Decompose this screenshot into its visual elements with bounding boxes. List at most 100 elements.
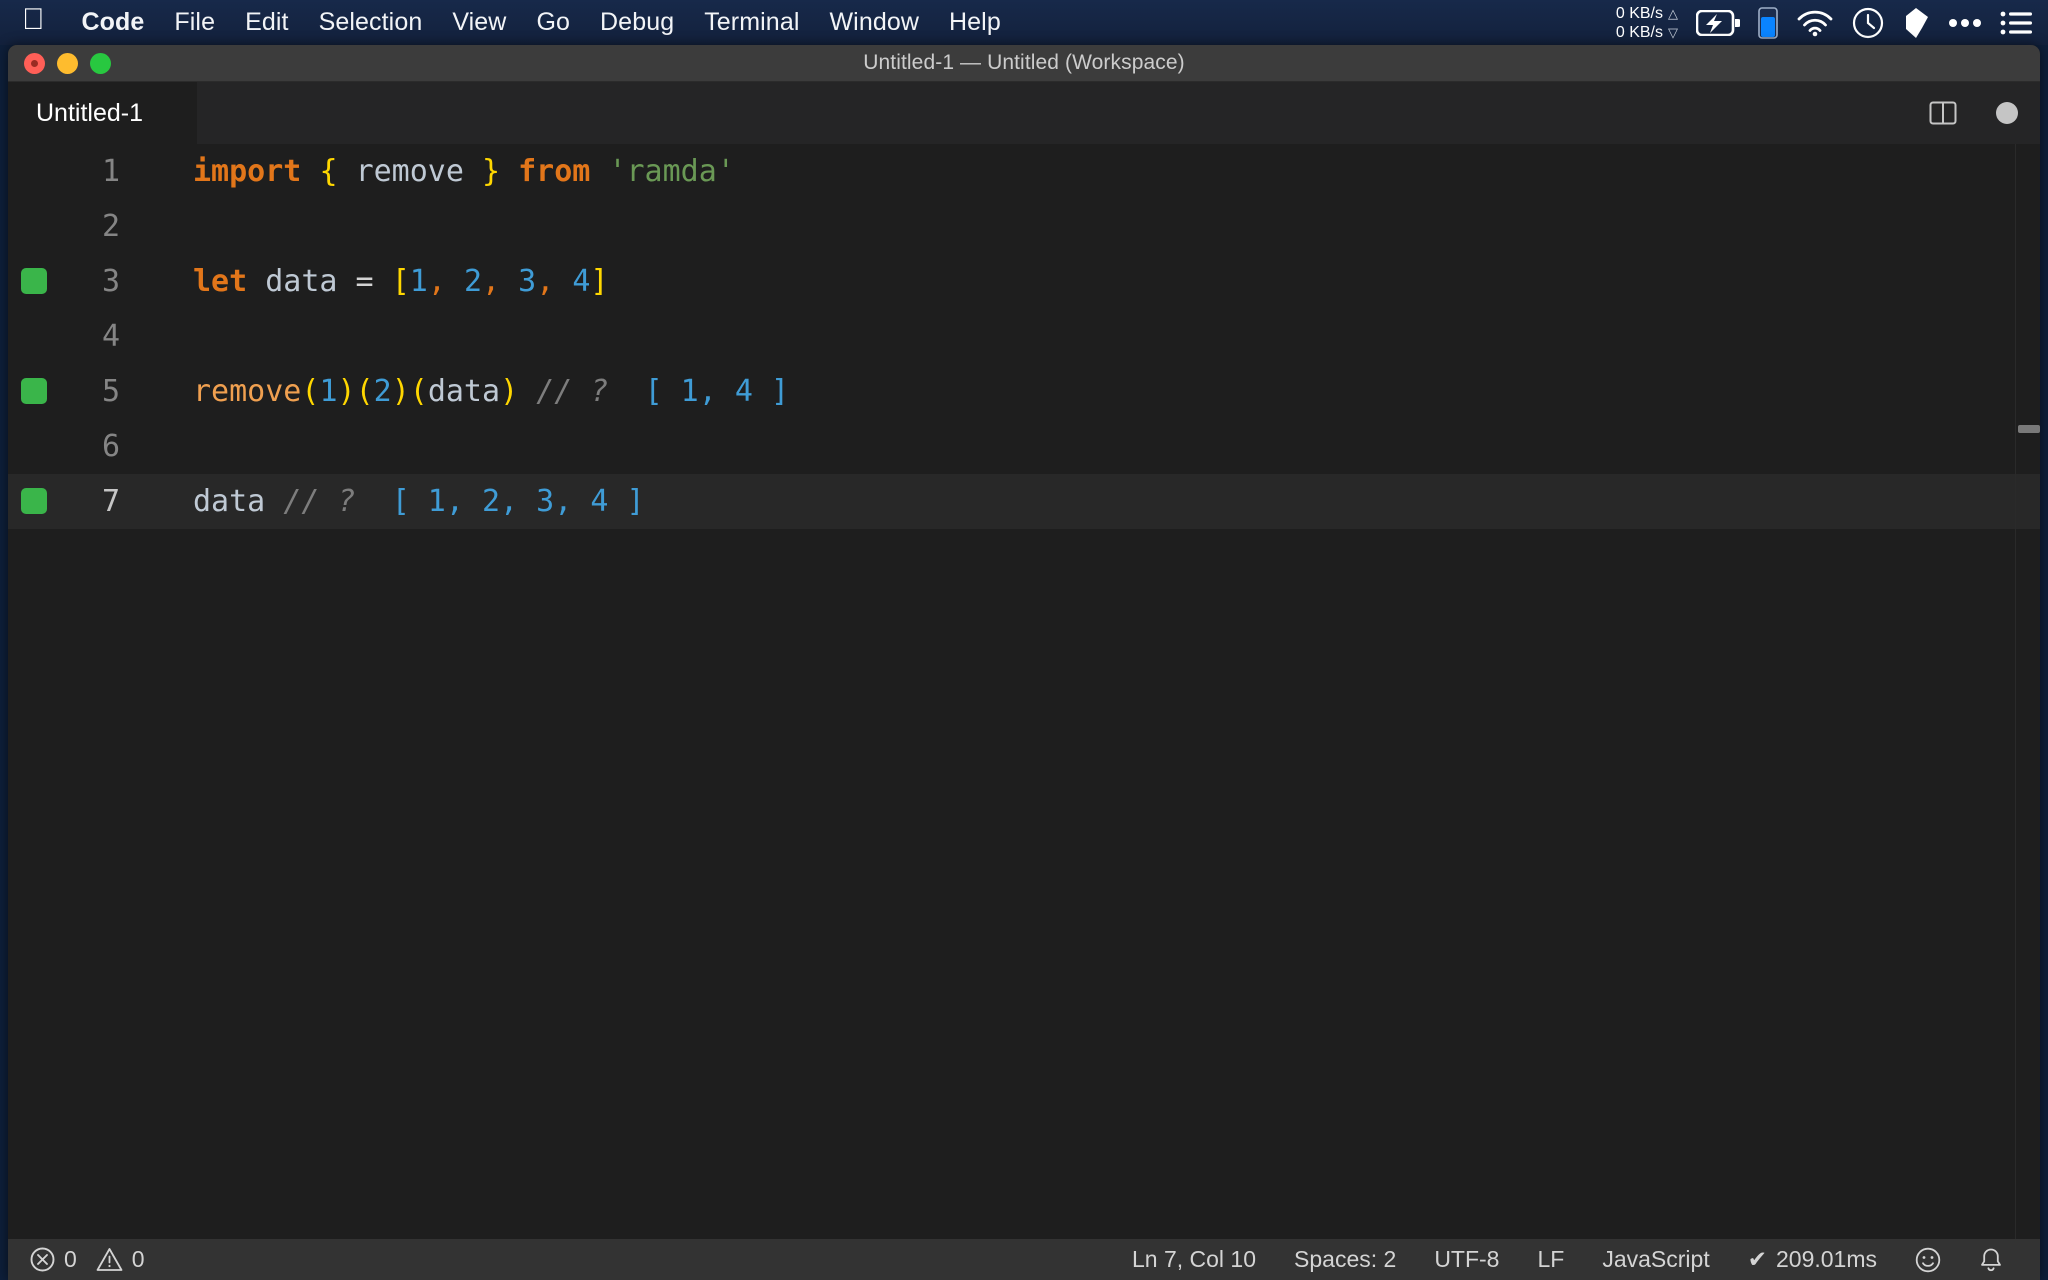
token: data xyxy=(193,484,266,519)
unsaved-changes-dot[interactable] xyxy=(1996,102,2018,124)
menu-item-debug[interactable]: Debug xyxy=(585,8,689,37)
coverage-marker-icon xyxy=(21,268,47,294)
token: 1 xyxy=(319,374,338,409)
notifications-button[interactable] xyxy=(1960,1247,2022,1273)
token: ( xyxy=(301,374,320,409)
window-title: Untitled-1 — Untitled (Workspace) xyxy=(863,51,1185,74)
cursor-position[interactable]: Ln 7, Col 10 xyxy=(1113,1246,1275,1273)
token: , xyxy=(482,264,501,299)
dropbox-icon[interactable] xyxy=(1902,7,1930,39)
error-count: 0 xyxy=(64,1246,77,1272)
token: 1 xyxy=(409,264,428,299)
ellipsis-icon[interactable] xyxy=(1948,18,1982,28)
download-arrow-icon: ▽ xyxy=(1668,24,1678,40)
feedback-button[interactable] xyxy=(1896,1247,1960,1273)
code-line[interactable]: 7 data // ? [ 1, 2, 3, 4 ] xyxy=(8,474,2040,529)
token: ( xyxy=(355,374,374,409)
token: // ? xyxy=(283,484,356,519)
editor-actions xyxy=(1928,82,2018,144)
scrollbar-thumb[interactable] xyxy=(2018,425,2040,433)
quokka-time: 209.01ms xyxy=(1775,1246,1877,1272)
line-content: remove(1)(2)(data) // ? [ 1, 4 ] xyxy=(136,374,789,409)
token: ) xyxy=(391,374,410,409)
token: , xyxy=(427,264,446,299)
token: [ 1, 2, 3, 4 ] xyxy=(391,484,645,519)
menu-bar-status-icons: 0 KB/s 0 KB/s △ ▽ xyxy=(1598,0,2048,45)
menu-item-window[interactable]: Window xyxy=(814,8,934,37)
problems-indicator[interactable]: 0 0 xyxy=(30,1246,164,1273)
wifi-icon[interactable] xyxy=(1796,9,1834,37)
menu-item-edit[interactable]: Edit xyxy=(230,8,303,37)
code-line[interactable]: 2 xyxy=(8,199,2040,254)
list-menu-icon[interactable] xyxy=(2000,11,2032,35)
status-bar-right: Ln 7, Col 10 Spaces: 2 UTF-8 LF JavaScri… xyxy=(1113,1246,2022,1273)
token: = xyxy=(337,264,392,299)
token: 'ramda' xyxy=(608,154,735,189)
editor-tab-bar: Untitled-1 xyxy=(8,82,2040,144)
tab-untitled-1[interactable]: Untitled-1 xyxy=(8,82,198,144)
status-bar: 0 0 Ln 7, Col 10 Spaces: 2 UTF-8 LF Java… xyxy=(8,1239,2040,1280)
clock-icon[interactable] xyxy=(1852,7,1884,39)
status-bar-left: 0 0 xyxy=(30,1246,164,1273)
menu-items: Code File Edit Selection View Go Debug Terminal… xyxy=(67,8,1016,37)
menu-item-file[interactable]: File xyxy=(159,8,230,37)
token: 2 xyxy=(463,264,482,299)
code-line[interactable]: 3 let data = [1, 2, 3, 4] xyxy=(8,254,2040,309)
encoding-setting[interactable]: UTF-8 xyxy=(1415,1246,1518,1273)
upload-arrow-icon: △ xyxy=(1668,5,1678,21)
smiley-icon xyxy=(1915,1247,1941,1273)
menu-item-code[interactable]: Code xyxy=(67,8,160,37)
token: , xyxy=(536,264,555,299)
language-mode[interactable]: JavaScript xyxy=(1583,1246,1728,1273)
menu-item-go[interactable]: Go xyxy=(521,8,585,37)
token: let xyxy=(193,264,248,299)
menu-item-view[interactable]: View xyxy=(437,8,521,37)
indentation-setting[interactable]: Spaces: 2 xyxy=(1275,1246,1415,1273)
code-lines: 1 import { remove } from 'ramda' 2 3 let dat… xyxy=(8,144,2040,529)
network-speed-indicator[interactable]: 0 KB/s 0 KB/s △ ▽ xyxy=(1616,4,1678,42)
apple-logo-icon[interactable]:  xyxy=(22,4,45,35)
menu-item-selection[interactable]: Selection xyxy=(304,8,438,37)
code-editor[interactable]: 1 import { remove } from 'ramda' 2 3 let dat… xyxy=(8,144,2040,1239)
menu-item-terminal[interactable]: Terminal xyxy=(689,8,814,37)
vertical-battery-icon[interactable] xyxy=(1758,6,1778,39)
code-line[interactable]: 6 xyxy=(8,419,2040,474)
token: ( xyxy=(409,374,428,409)
token: data xyxy=(427,374,501,409)
token: ) xyxy=(500,374,519,409)
bell-icon xyxy=(1979,1247,2003,1273)
end-of-line-setting[interactable]: LF xyxy=(1518,1246,1583,1273)
line-content: data // ? [ 1, 2, 3, 4 ] xyxy=(136,484,645,519)
window-title-bar: Untitled-1 — Untitled (Workspace) xyxy=(8,45,2040,82)
network-upload-speed: 0 KB/s xyxy=(1615,4,1663,22)
editor-scrollbar[interactable] xyxy=(2016,144,2040,1239)
menu-item-help[interactable]: Help xyxy=(934,8,1016,37)
token: data xyxy=(265,264,338,299)
code-line[interactable]: 1 import { remove } from 'ramda' xyxy=(8,144,2040,199)
token: remove xyxy=(355,154,464,189)
coverage-marker-icon xyxy=(21,378,47,404)
token: [ xyxy=(391,264,410,299)
error-circle-icon xyxy=(30,1247,55,1272)
warning-triangle-icon xyxy=(96,1247,123,1272)
code-line[interactable]: 4 xyxy=(8,309,2040,364)
code-line[interactable]: 5 remove(1)(2)(data) // ? [ 1, 4 ] xyxy=(8,364,2040,419)
macos-menu-bar:  CodeFileEditSelectionViewGoDebugTermin… xyxy=(0,0,2048,45)
quokka-status[interactable]: ✔ 209.01ms xyxy=(1729,1246,1896,1273)
split-editor-icon[interactable] xyxy=(1928,98,1958,128)
token: import xyxy=(193,154,302,189)
battery-charging-icon[interactable] xyxy=(1696,9,1740,36)
check-icon: ✔ xyxy=(1747,1246,1767,1272)
warning-count: 0 xyxy=(131,1246,145,1272)
